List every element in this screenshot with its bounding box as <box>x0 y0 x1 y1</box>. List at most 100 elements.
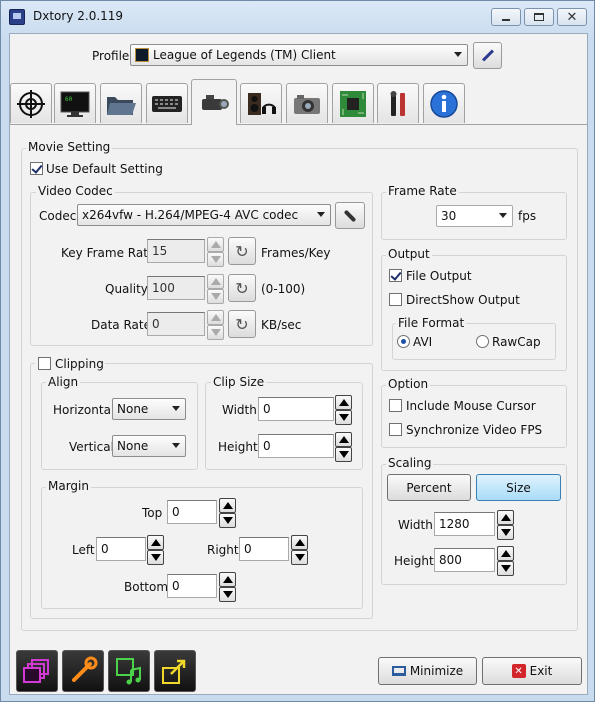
tab-info[interactable] <box>423 83 465 123</box>
quality-reset-button[interactable]: ↻ <box>228 274 256 302</box>
exit-label: Exit <box>529 664 553 678</box>
quality-down-button[interactable] <box>207 289 224 304</box>
margin-right-down-button[interactable] <box>291 550 308 565</box>
datarate-up-button[interactable] <box>207 310 224 325</box>
size-button[interactable]: Size <box>476 474 561 501</box>
clip-width-stepper[interactable] <box>335 395 352 425</box>
clip-height-input[interactable]: 0 <box>258 434 334 458</box>
avi-radio[interactable] <box>397 335 410 348</box>
minimize-label: Minimize <box>409 664 464 678</box>
tab-speaker-headphones[interactable] <box>240 83 282 123</box>
tab-chip[interactable] <box>332 83 374 123</box>
margin-top-down-button[interactable] <box>219 513 236 528</box>
vertical-select[interactable]: None <box>112 435 186 457</box>
margin-top-up-button[interactable] <box>219 498 236 513</box>
rawcap-radio[interactable] <box>476 335 489 348</box>
directshow-output-checkbox[interactable] <box>389 293 402 306</box>
minimize-button[interactable]: Minimize <box>378 657 477 685</box>
clip-width-down-button[interactable] <box>335 410 352 425</box>
codec-config-button[interactable] <box>335 202 365 229</box>
clip-width-up-button[interactable] <box>335 395 352 410</box>
tab-folder[interactable] <box>100 83 142 123</box>
margin-bottom-up-button[interactable] <box>219 572 236 587</box>
margin-bottom-label: Bottom <box>124 580 169 594</box>
codec-select[interactable]: x264vfw - H.264/MPEG-4 AVC codec <box>77 204 331 226</box>
file-output-checkbox[interactable] <box>389 269 402 282</box>
chevron-down-icon <box>172 443 180 448</box>
margin-right-input[interactable]: 0 <box>239 537 289 561</box>
exit-button[interactable]: ✕ Exit <box>482 657 582 685</box>
quality-up-button[interactable] <box>207 274 224 289</box>
scale-width-input[interactable]: 1280 <box>434 512 495 536</box>
keyframe-reset-button[interactable]: ↻ <box>228 237 256 265</box>
scale-height-down-button[interactable] <box>497 561 514 576</box>
window-maximize-button[interactable] <box>524 8 554 26</box>
frame-rate-unit: fps <box>518 209 537 223</box>
scale-height-input[interactable]: 800 <box>434 548 495 572</box>
tab-crosshair[interactable] <box>10 83 52 123</box>
clip-width-input[interactable]: 0 <box>258 397 334 421</box>
scale-width-up-button[interactable] <box>497 510 514 525</box>
media-music-icon <box>116 658 141 685</box>
sync-fps-checkbox[interactable] <box>389 423 402 436</box>
quality-input[interactable]: 100 <box>147 276 205 300</box>
frame-rate-select[interactable]: 30 <box>436 205 513 227</box>
margin-left-input[interactable]: 0 <box>96 537 146 561</box>
restore-icon <box>534 13 544 21</box>
margin-left-stepper[interactable] <box>147 535 164 565</box>
keyframe-stepper[interactable] <box>207 237 224 267</box>
audio-video-button[interactable] <box>108 650 150 692</box>
clipping-checkbox[interactable] <box>38 357 51 370</box>
tab-strip-divider <box>9 124 588 125</box>
profile-select[interactable]: League of Legends (TM) Client <box>130 44 468 66</box>
margin-bottom-stepper[interactable] <box>219 572 236 602</box>
quality-stepper[interactable] <box>207 274 224 304</box>
tab-tools[interactable] <box>377 83 419 123</box>
window-close-button[interactable]: ✕ <box>557 8 587 26</box>
settings-button[interactable] <box>62 650 104 692</box>
pencil-icon <box>481 49 494 62</box>
margin-left-down-button[interactable] <box>147 550 164 565</box>
percent-button[interactable]: Percent <box>387 474 471 501</box>
chevron-down-icon <box>317 212 325 217</box>
clip-height-stepper[interactable] <box>335 432 352 462</box>
margin-right-up-button[interactable] <box>291 535 308 550</box>
tab-video-camera[interactable] <box>191 79 237 125</box>
keyframe-down-button[interactable] <box>207 252 224 267</box>
scale-height-up-button[interactable] <box>497 546 514 561</box>
keyframe-up-button[interactable] <box>207 237 224 252</box>
title-bar[interactable]: Dxtory 2.0.119 ✕ <box>1 1 594 33</box>
margin-right-stepper[interactable] <box>291 535 308 565</box>
profile-edit-button[interactable] <box>473 42 502 69</box>
horizontal-label: Horizontal <box>53 403 115 417</box>
tab-monitor[interactable]: 60 <box>54 83 96 123</box>
datarate-down-button[interactable] <box>207 325 224 340</box>
export-button[interactable] <box>154 650 196 692</box>
crosshair-icon <box>17 89 45 118</box>
margin-top-input[interactable]: 0 <box>167 500 217 524</box>
scale-height-label: Height <box>394 554 434 568</box>
keyframe-input[interactable]: 15 <box>147 239 205 263</box>
datarate-stepper[interactable] <box>207 310 224 340</box>
margin-bottom-down-button[interactable] <box>219 587 236 602</box>
use-default-label: Use Default Setting <box>46 162 163 176</box>
include-mouse-checkbox[interactable] <box>389 399 402 412</box>
scale-height-stepper[interactable] <box>497 546 514 576</box>
horizontal-select[interactable]: None <box>112 398 186 420</box>
datarate-reset-button[interactable]: ↻ <box>228 310 256 338</box>
keyframe-label: Key Frame Rate <box>61 246 156 260</box>
margin-bottom-input[interactable]: 0 <box>167 574 217 598</box>
tab-photo-camera[interactable] <box>286 83 328 123</box>
datarate-input[interactable]: 0 <box>147 312 205 336</box>
margin-top-stepper[interactable] <box>219 498 236 528</box>
window-minimize-button[interactable] <box>491 8 521 26</box>
clip-height-up-button[interactable] <box>335 432 352 447</box>
clip-height-down-button[interactable] <box>335 447 352 462</box>
use-default-checkbox[interactable] <box>30 162 43 175</box>
windows-overlay-button[interactable] <box>16 650 58 692</box>
margin-left-up-button[interactable] <box>147 535 164 550</box>
tab-keyboard[interactable] <box>146 83 188 123</box>
datarate-unit: KB/sec <box>261 318 302 332</box>
scale-width-down-button[interactable] <box>497 525 514 540</box>
scale-width-stepper[interactable] <box>497 510 514 540</box>
